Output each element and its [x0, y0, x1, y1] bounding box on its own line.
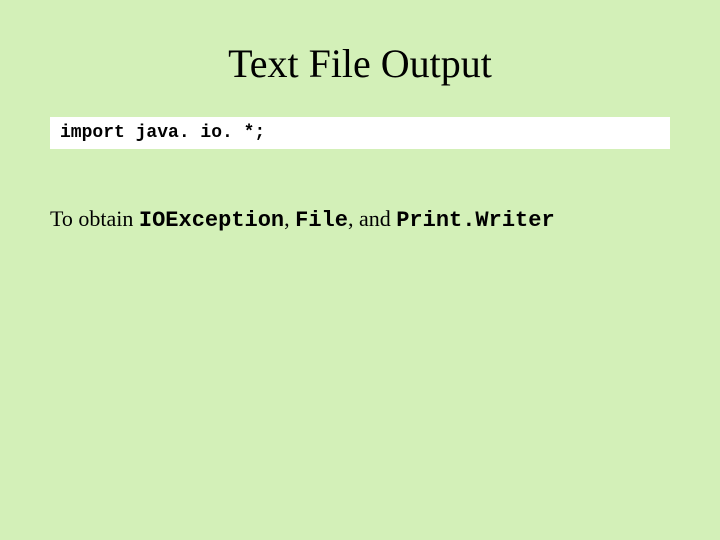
- description-text: To obtain IOException, File, and Print.W…: [50, 204, 670, 237]
- slide-container: Text File Output import java. io. *; To …: [0, 0, 720, 540]
- class-printwriter: Print.Writer: [396, 208, 554, 233]
- desc-sep1: ,: [284, 206, 295, 231]
- class-ioexception: IOException: [139, 208, 284, 233]
- slide-title: Text File Output: [50, 40, 670, 87]
- code-block: import java. io. *;: [50, 117, 670, 149]
- desc-prefix: To obtain: [50, 206, 139, 231]
- class-file: File: [295, 208, 348, 233]
- desc-sep2: , and: [348, 206, 396, 231]
